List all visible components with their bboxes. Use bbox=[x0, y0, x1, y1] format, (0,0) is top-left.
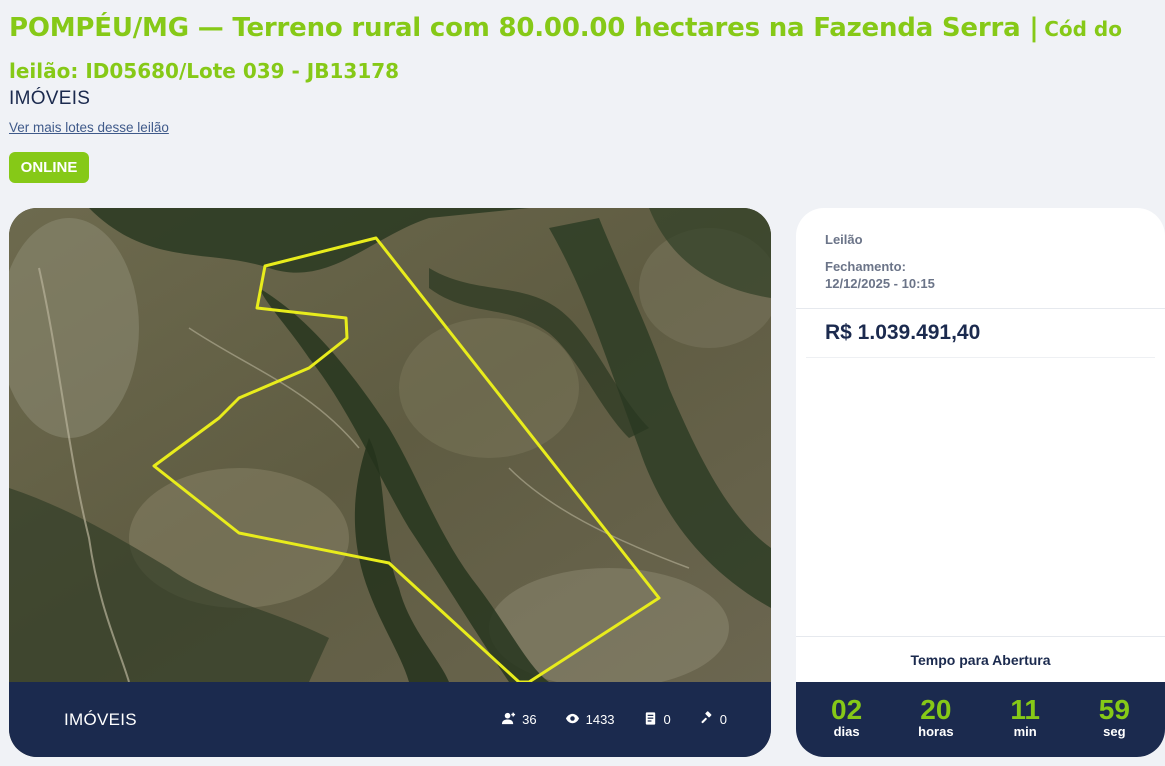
user-plus-icon bbox=[501, 711, 516, 729]
auction-info-card: Leilão Fechamento: 12/12/2025 - 10:15 R$… bbox=[796, 208, 1165, 757]
footer-category: IMÓVEIS bbox=[64, 709, 137, 729]
more-lots-link[interactable]: Ver mais lotes desse leilão bbox=[9, 120, 169, 135]
document-icon bbox=[643, 711, 658, 729]
countdown-days-value: 02 bbox=[831, 693, 863, 725]
lot-price: R$ 1.039.491,40 bbox=[806, 309, 1155, 358]
countdown-minutes-label: min bbox=[1013, 723, 1037, 739]
countdown-hours: 20 horas bbox=[901, 693, 971, 740]
views-count: 1433 bbox=[585, 712, 615, 727]
countdown-days: 02 dias bbox=[812, 693, 882, 740]
auction-type-label: Leilão bbox=[825, 232, 863, 247]
countdown-title: Tempo para Abertura bbox=[796, 636, 1165, 682]
stat-docs: 0 bbox=[643, 711, 671, 729]
lot-stats: 36 1433 0 0 bbox=[501, 710, 727, 729]
countdown-seconds-label: seg bbox=[1103, 723, 1126, 739]
eye-icon bbox=[565, 711, 580, 729]
countdown-hours-label: horas bbox=[918, 723, 954, 739]
countdown-minutes: 11 min bbox=[990, 693, 1060, 740]
status-badge: ONLINE bbox=[9, 152, 89, 183]
lot-title-main: POMPÉU/MG — Terreno rural com 80.00.00 h… bbox=[9, 13, 1039, 43]
stat-users: 36 bbox=[501, 711, 537, 729]
stat-bids: 0 bbox=[699, 710, 727, 729]
image-footer: IMÓVEIS 36 1433 0 0 bbox=[9, 682, 771, 757]
users-count: 36 bbox=[522, 712, 537, 727]
countdown-seconds: 59 seg bbox=[1079, 693, 1149, 740]
closing-label: Fechamento: bbox=[825, 259, 906, 274]
stat-views: 1433 bbox=[565, 711, 615, 729]
lot-page: POMPÉU/MG — Terreno rural com 80.00.00 h… bbox=[0, 0, 1165, 766]
lot-category: IMÓVEIS bbox=[9, 88, 91, 109]
countdown-hours-value: 20 bbox=[920, 693, 952, 725]
gavel-icon bbox=[699, 710, 714, 729]
countdown-seconds-value: 59 bbox=[1098, 693, 1130, 725]
lot-title: POMPÉU/MG — Terreno rural com 80.00.00 h… bbox=[9, 8, 1159, 93]
docs-count: 0 bbox=[663, 712, 671, 727]
bids-count: 0 bbox=[719, 712, 727, 727]
satellite-photo[interactable] bbox=[9, 208, 771, 682]
countdown-timer: 02 dias 20 horas 11 min 59 seg bbox=[796, 682, 1165, 757]
closing-date: 12/12/2025 - 10:15 bbox=[825, 276, 935, 291]
countdown-minutes-value: 11 bbox=[1010, 693, 1040, 725]
countdown-days-label: dias bbox=[833, 723, 860, 739]
lot-image-card[interactable]: IMÓVEIS 36 1433 0 0 bbox=[9, 208, 771, 757]
auction-details: Leilão Fechamento: 12/12/2025 - 10:15 bbox=[796, 208, 1165, 309]
